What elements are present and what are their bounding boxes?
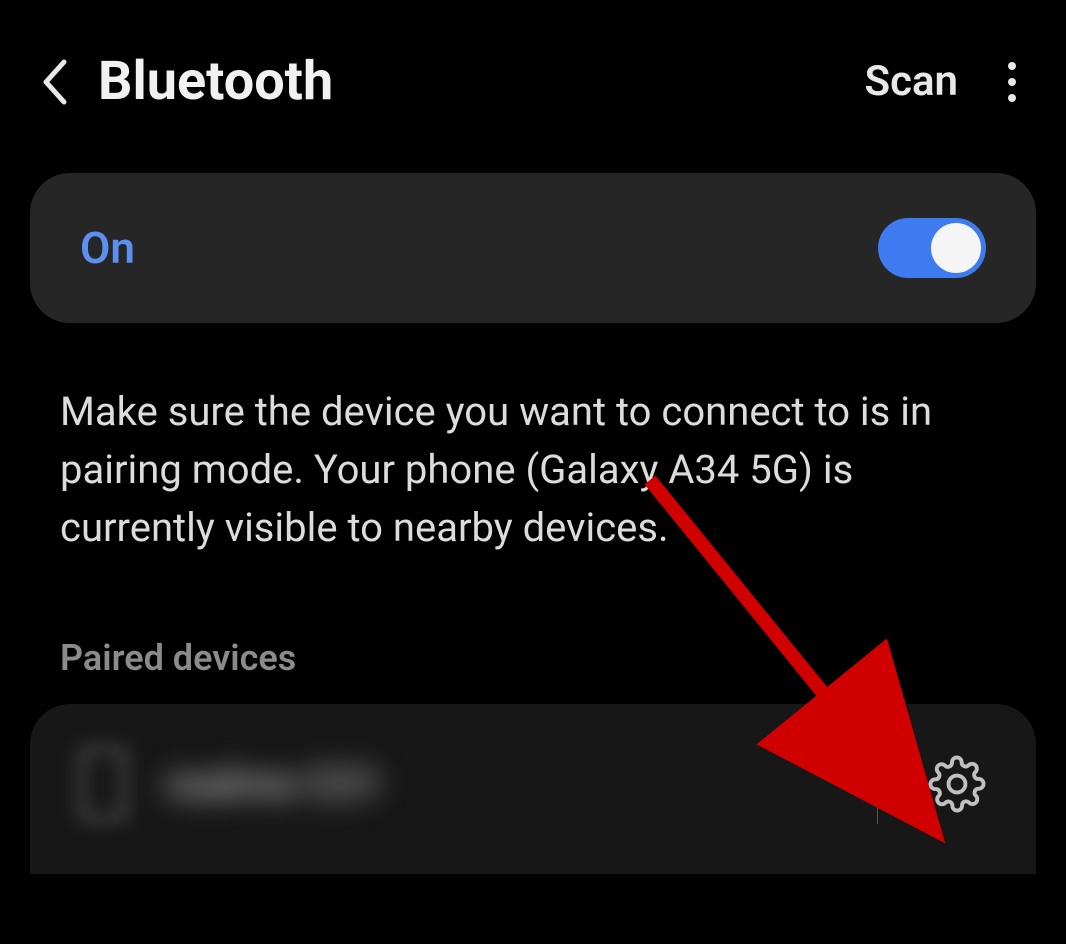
switch-thumb — [931, 223, 981, 273]
device-settings-button[interactable] — [928, 755, 986, 813]
divider — [877, 744, 878, 824]
page-title: Bluetooth — [98, 50, 864, 113]
scan-button[interactable]: Scan — [864, 57, 958, 106]
device-name: realme C21 — [166, 760, 847, 809]
header: Bluetooth Scan — [0, 0, 1066, 153]
pairing-help-text: Make sure the device you want to connect… — [0, 323, 1066, 557]
paired-devices-label: Paired devices — [0, 557, 1066, 704]
more-options-button[interactable] — [1008, 62, 1026, 102]
bluetooth-toggle-switch[interactable] — [878, 218, 986, 278]
back-button[interactable] — [40, 58, 68, 106]
paired-device-row[interactable]: realme C21 — [30, 704, 1036, 874]
gear-icon — [928, 755, 986, 813]
more-vertical-icon — [1008, 62, 1016, 70]
phone-icon — [80, 748, 126, 820]
bluetooth-toggle-card: On — [30, 173, 1036, 323]
chevron-left-icon — [40, 58, 68, 106]
bluetooth-status-label: On — [80, 222, 135, 274]
